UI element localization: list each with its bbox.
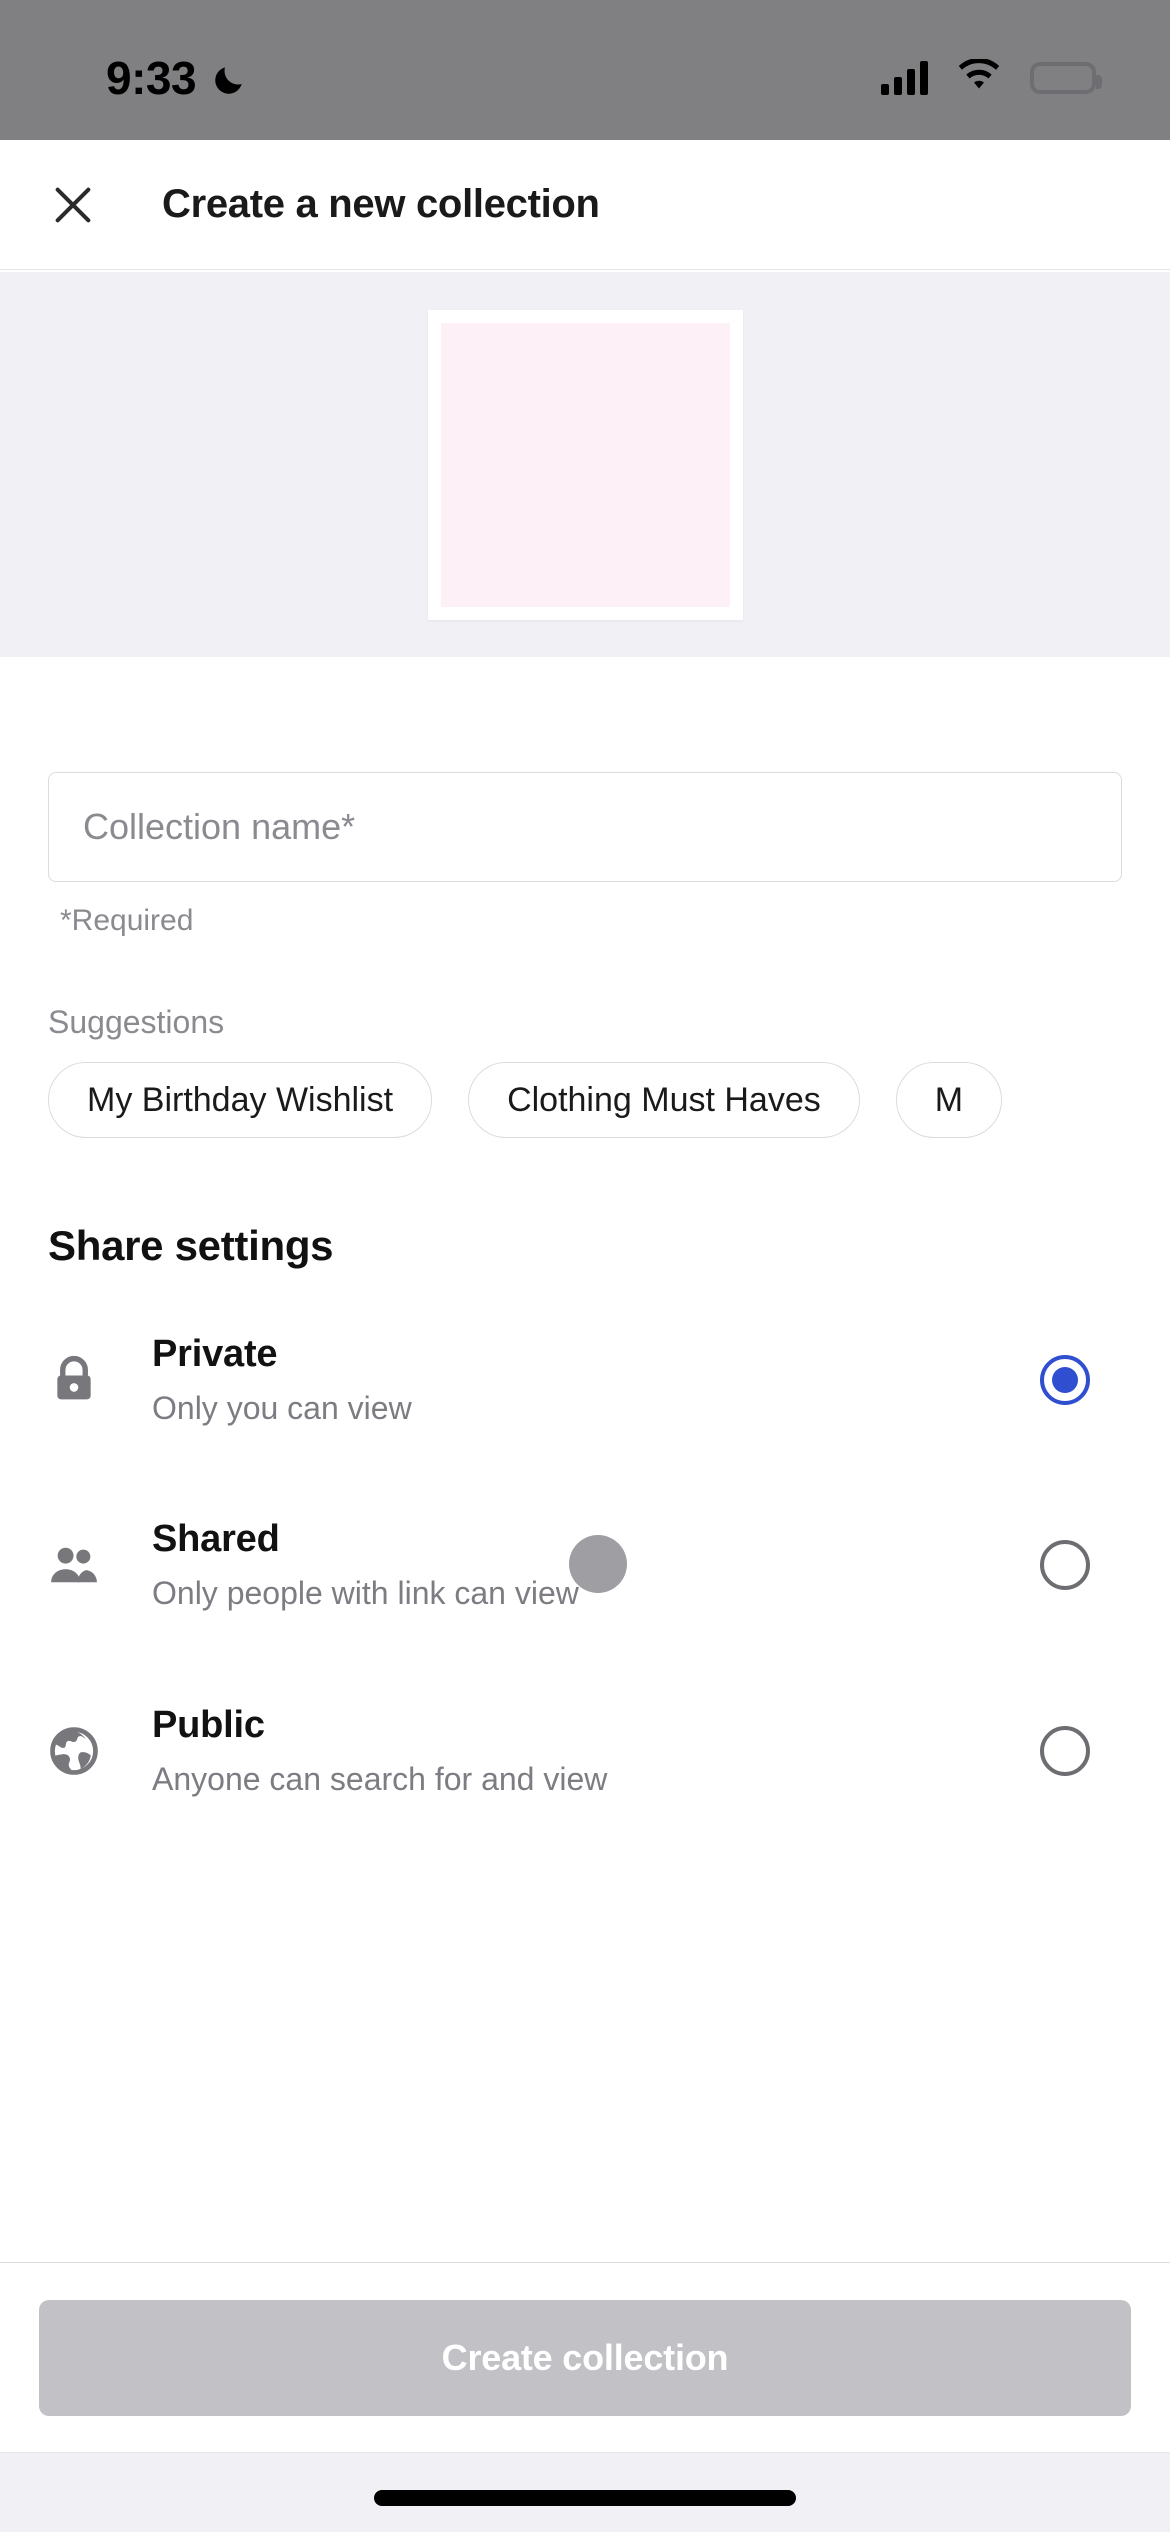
page-title: Create a new collection (162, 182, 600, 226)
share-option-title: Private (152, 1333, 278, 1375)
footer-bar: Create collection (0, 2262, 1170, 2452)
suggestions-label: Suggestions (48, 1004, 225, 1040)
cellular-signal-icon (881, 61, 928, 95)
suggestion-chip[interactable]: M (895, 1062, 1003, 1138)
share-settings-title: Share settings (48, 1222, 334, 1269)
status-bar: 9:33 (0, 0, 1170, 140)
create-collection-button[interactable]: Create collection (39, 2299, 1131, 2416)
close-x-icon (55, 187, 91, 222)
wifi-icon (956, 57, 1002, 98)
status-bar-right (881, 57, 1102, 98)
cover-image-area (0, 272, 1170, 657)
collection-name-input[interactable] (48, 772, 1122, 882)
cover-image-placeholder (440, 322, 730, 607)
people-icon (38, 1537, 110, 1593)
share-option-subtitle: Anyone can search for and view (152, 1761, 608, 1797)
suggestion-chip[interactable]: My Birthday Wishlist (48, 1062, 433, 1138)
battery-full-icon (1030, 62, 1102, 94)
touch-cursor (569, 1535, 627, 1593)
home-indicator-area (0, 2452, 1170, 2532)
required-note: *Required (60, 904, 194, 937)
radio-private[interactable] (1040, 1355, 1090, 1405)
share-option-title: Public (152, 1704, 265, 1746)
collection-name-field-wrap: *Required (48, 772, 1122, 938)
close-button[interactable] (30, 162, 116, 248)
page-header: Create a new collection (0, 140, 1170, 270)
status-bar-left: 9:33 (106, 51, 248, 105)
share-option-subtitle: Only you can view (152, 1390, 412, 1426)
globe-icon (38, 1723, 110, 1779)
share-option-public[interactable]: Public Anyone can search for and view (0, 1681, 1170, 1821)
collection-cover-thumbnail[interactable] (427, 309, 743, 620)
status-bar-clock: 9:33 (106, 52, 197, 104)
suggestion-chip[interactable]: Clothing Must Haves (468, 1062, 860, 1138)
share-option-text: Public Anyone can search for and view (152, 1704, 1040, 1798)
crescent-moon-icon (210, 61, 248, 99)
radio-public[interactable] (1040, 1726, 1090, 1776)
lock-icon (38, 1351, 110, 1409)
suggestions-chip-list[interactable]: My Birthday Wishlist Clothing Must Haves… (48, 1062, 1170, 1148)
home-indicator[interactable] (374, 2489, 796, 2506)
share-option-private[interactable]: Private Only you can view (0, 1310, 1170, 1450)
share-option-text: Private Only you can view (152, 1333, 1040, 1427)
radio-shared[interactable] (1040, 1540, 1090, 1590)
